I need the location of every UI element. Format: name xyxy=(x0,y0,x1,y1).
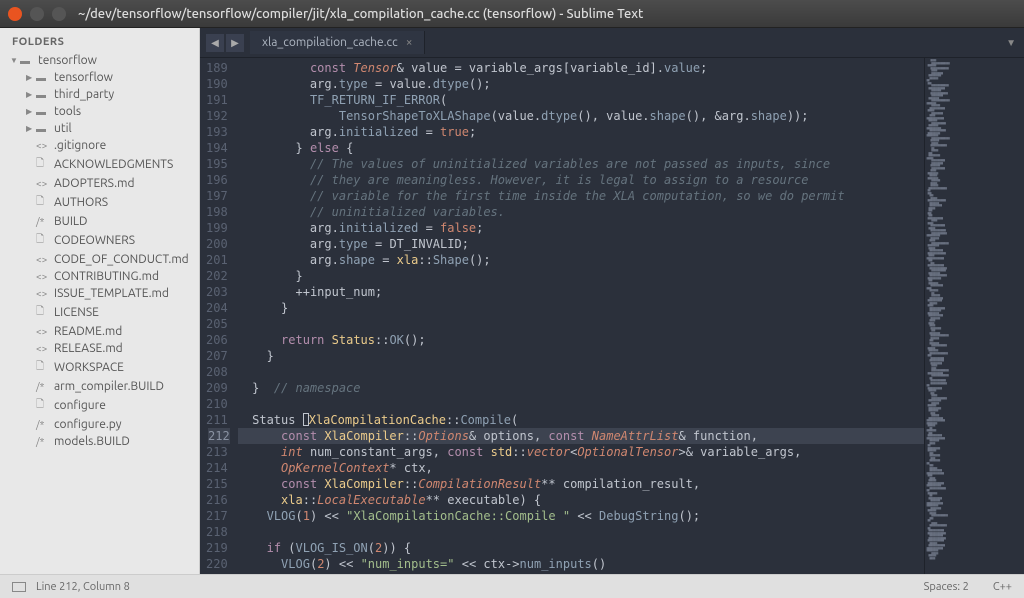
tree-label: CONTRIBUTING.md xyxy=(54,270,159,283)
file-code-icon: <> xyxy=(36,326,50,337)
tab-next-icon[interactable]: ▶ xyxy=(226,34,244,52)
folder-icon: ▬ xyxy=(36,123,50,135)
editor-main: ◀ ▶ xla_compilation_cache.cc × ▼ 1891901… xyxy=(200,28,1024,598)
tree-item[interactable]: <> CODE_OF_CONDUCT.md xyxy=(0,251,199,268)
close-icon[interactable] xyxy=(8,7,22,21)
tree-item[interactable]: /* BUILD xyxy=(0,213,199,230)
tree-label: configure.py xyxy=(54,418,122,431)
file-icon: 🗋 xyxy=(36,194,50,211)
tree-label: CODE_OF_CONDUCT.md xyxy=(54,253,189,266)
tree-item[interactable]: 🗋 CODEOWNERS xyxy=(0,230,199,251)
chevron-right-icon: ▶ xyxy=(26,107,36,116)
file-code-icon: <> xyxy=(36,140,50,151)
folder-icon: ▬ xyxy=(36,72,50,84)
tree-label: LICENSE xyxy=(54,306,99,319)
tab-prev-icon[interactable]: ◀ xyxy=(206,34,224,52)
file-code-icon: <> xyxy=(36,271,50,282)
file-icon: 🗋 xyxy=(36,156,50,173)
tree-item[interactable]: <> CONTRIBUTING.md xyxy=(0,268,199,285)
tree-item[interactable]: 🗋 configure xyxy=(0,395,199,416)
indent-setting[interactable]: Spaces: 2 xyxy=(924,581,969,593)
tree-item[interactable]: <> ADOPTERS.md xyxy=(0,175,199,192)
file-icon: 🗋 xyxy=(36,304,50,321)
file-code-icon: <> xyxy=(36,288,50,299)
folder-icon: ▬ xyxy=(36,89,50,101)
code-area[interactable]: const Tensor& value = variable_args[vari… xyxy=(238,58,924,598)
tree-label: arm_compiler.BUILD xyxy=(54,380,164,393)
tree-item[interactable]: ▶▬ tools xyxy=(0,103,199,120)
syntax-setting[interactable]: C++ xyxy=(993,581,1012,593)
tree-item[interactable]: 🗋 ACKNOWLEDGMENTS xyxy=(0,154,199,175)
tree-label: util xyxy=(54,122,72,135)
tree-label: CODEOWNERS xyxy=(54,234,135,247)
tree-item[interactable]: ▶▬ third_party xyxy=(0,86,199,103)
tree-item[interactable]: /* arm_compiler.BUILD xyxy=(0,378,199,395)
file-code-icon: <> xyxy=(36,343,50,354)
file-script-icon: /* xyxy=(36,216,50,227)
tree-label: configure xyxy=(54,399,106,412)
tree-label: WORKSPACE xyxy=(54,361,124,374)
tree-label: models.BUILD xyxy=(54,435,130,448)
gutter: 1891901911921931941951961971981992002012… xyxy=(200,58,238,598)
tab-file[interactable]: xla_compilation_cache.cc × xyxy=(250,31,425,54)
tree-item[interactable]: /* models.BUILD xyxy=(0,433,199,450)
tab-dropdown-icon[interactable]: ▼ xyxy=(1006,37,1016,49)
tree-label: ACKNOWLEDGMENTS xyxy=(54,158,173,171)
tree-label: BUILD xyxy=(54,215,87,228)
folder-icon: ▬ xyxy=(20,55,34,67)
tree-item[interactable]: /* configure.py xyxy=(0,416,199,433)
tree-label: ISSUE_TEMPLATE.md xyxy=(54,287,169,300)
file-icon: 🗋 xyxy=(36,232,50,249)
tab-nav: ◀ ▶ xyxy=(200,34,250,52)
window-controls xyxy=(8,7,66,21)
tab-close-icon[interactable]: × xyxy=(406,36,413,49)
tree-item[interactable]: ▶▬ util xyxy=(0,120,199,137)
tree-label: ADOPTERS.md xyxy=(54,177,134,190)
tree-label: .gitignore xyxy=(54,139,106,152)
tree-label: tensorflow xyxy=(54,71,113,84)
tree-label: third_party xyxy=(54,88,114,101)
tree-item[interactable]: <> RELEASE.md xyxy=(0,340,199,357)
minimize-icon[interactable] xyxy=(30,7,44,21)
folder-sidebar[interactable]: FOLDERS ▼▬tensorflow▶▬tensorflow▶▬third_… xyxy=(0,28,200,598)
editor[interactable]: 1891901911921931941951961971981992002012… xyxy=(200,58,1024,598)
tree-item[interactable]: 🗋 AUTHORS xyxy=(0,192,199,213)
chevron-right-icon: ▶ xyxy=(26,90,36,99)
tree-item[interactable]: <> .gitignore xyxy=(0,137,199,154)
titlebar: ~/dev/tensorflow/tensorflow/compiler/jit… xyxy=(0,0,1024,28)
tree-item[interactable]: ▶▬ tensorflow xyxy=(0,69,199,86)
file-icon: 🗋 xyxy=(36,359,50,376)
tab-label: xla_compilation_cache.cc xyxy=(262,36,398,49)
chevron-right-icon: ▶ xyxy=(26,73,36,82)
sidebar-header: FOLDERS xyxy=(0,28,199,52)
folder-icon: ▬ xyxy=(36,106,50,118)
tree-item[interactable]: ▼▬ tensorflow xyxy=(0,52,199,69)
window-title: ~/dev/tensorflow/tensorflow/compiler/jit… xyxy=(78,7,643,21)
tree-label: tensorflow xyxy=(38,54,97,67)
tree-item[interactable]: 🗋 WORKSPACE xyxy=(0,357,199,378)
file-script-icon: /* xyxy=(36,419,50,430)
tree-item[interactable]: <> ISSUE_TEMPLATE.md xyxy=(0,285,199,302)
chevron-right-icon: ▶ xyxy=(26,124,36,133)
tree-item[interactable]: <> README.md xyxy=(0,323,199,340)
file-icon: 🗋 xyxy=(36,397,50,414)
maximize-icon[interactable] xyxy=(52,7,66,21)
chevron-down-icon: ▼ xyxy=(10,56,20,65)
file-script-icon: /* xyxy=(36,436,50,447)
panel-icon[interactable] xyxy=(12,582,26,592)
tabbar: ◀ ▶ xla_compilation_cache.cc × ▼ xyxy=(200,28,1024,58)
file-code-icon: <> xyxy=(36,178,50,189)
statusbar: Line 212, Column 8 Spaces: 2 C++ xyxy=(0,574,1024,598)
tree-label: tools xyxy=(54,105,81,118)
minimap-content: ██████ ███████████████████ █████████ ███… xyxy=(925,58,1004,562)
tree-label: RELEASE.md xyxy=(54,342,123,355)
tree-label: AUTHORS xyxy=(54,196,108,209)
minimap[interactable]: ██████ ███████████████████ █████████ ███… xyxy=(924,58,1024,598)
file-code-icon: <> xyxy=(36,254,50,265)
tree-item[interactable]: 🗋 LICENSE xyxy=(0,302,199,323)
tree-label: README.md xyxy=(54,325,122,338)
file-script-icon: /* xyxy=(36,381,50,392)
cursor-position: Line 212, Column 8 xyxy=(36,581,130,593)
